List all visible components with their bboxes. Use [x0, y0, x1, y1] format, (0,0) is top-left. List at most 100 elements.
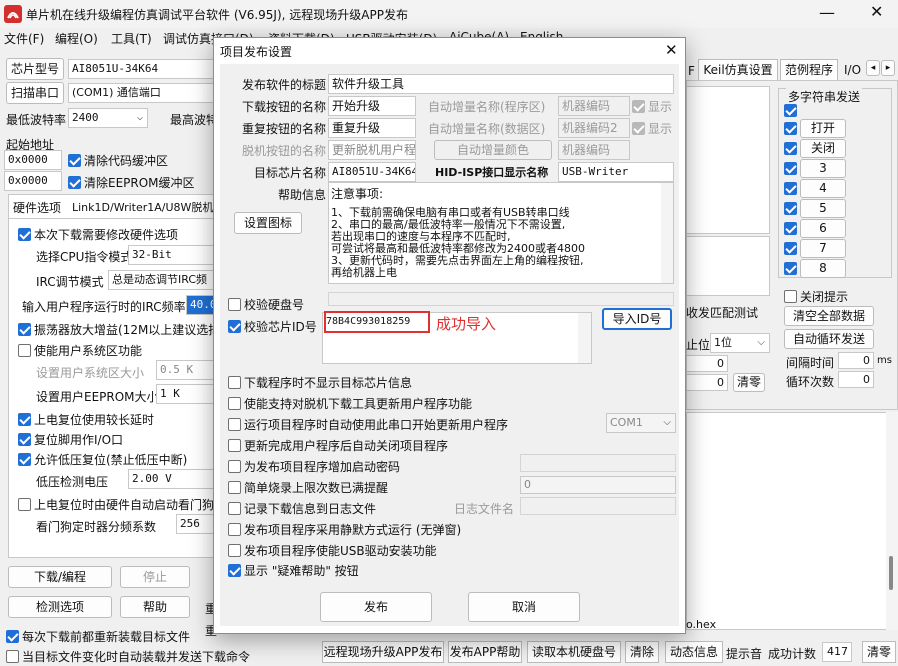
clear-code-buffer-checkbox[interactable]: 清除代码缓冲区 [68, 152, 168, 169]
burn-limit-input[interactable]: 0 [520, 476, 676, 494]
send-6-button[interactable]: 6 [800, 219, 846, 238]
clear-all-data-button[interactable]: 清空全部数据 [784, 306, 874, 326]
silent-mode-checkbox[interactable]: 发布项目程序采用静默方式运行 (无弹窗) [228, 521, 461, 538]
multi-send-checkbox-3[interactable] [784, 162, 800, 176]
auto-serial-checkbox[interactable]: 运行项目程序时自动使用此串口开始更新用户程序 [228, 416, 508, 433]
multi-send-checkbox-6[interactable] [784, 222, 800, 236]
dynamic-info-button[interactable]: 动态信息 [665, 641, 723, 663]
log-scrollbar[interactable] [886, 412, 898, 630]
check-disk-checkbox[interactable]: 校验硬盘号 [228, 296, 304, 313]
menu-program[interactable]: 编程(O) [55, 30, 98, 47]
reset-pin-io-checkbox[interactable]: 复位脚用作I/O口 [18, 431, 123, 448]
check-options-button[interactable]: 检测选项 [8, 596, 112, 618]
hid-name-input[interactable]: USB-Writer [558, 162, 674, 182]
send-3-button[interactable]: 3 [800, 159, 846, 178]
menu-file[interactable]: 文件(F) [4, 30, 44, 47]
tab-examples[interactable]: 范例程序 [780, 59, 838, 81]
machine-code2-input[interactable]: 机器编码2 [558, 118, 630, 138]
import-id-button[interactable]: 导入ID号 [602, 308, 672, 330]
min-baud-select[interactable]: 2400 [68, 108, 148, 128]
multi-send-checkbox-5[interactable] [784, 202, 800, 216]
send-4-button[interactable]: 4 [800, 179, 846, 198]
stop-bit-select[interactable]: 1位 [710, 333, 770, 353]
chip-model-select[interactable]: AI8051U-34K64 [68, 59, 216, 79]
help-button[interactable]: 帮助 [120, 596, 190, 618]
prompt-sound-checkbox[interactable]: 提示音 [726, 645, 762, 662]
scan-port-button[interactable]: 扫描串口 [6, 82, 64, 104]
open-button[interactable]: 打开 [800, 119, 846, 138]
log-file-checkbox[interactable]: 记录下载信息到日志文件 [228, 500, 376, 517]
startup-password-checkbox[interactable]: 为发布项目程序增加启动密码 [228, 458, 400, 475]
chip-id-scrollbar[interactable] [578, 313, 591, 363]
low-volt-reset-checkbox[interactable]: 允许低压复位(禁止低压中断) [18, 451, 187, 468]
tab-keil-settings[interactable]: Keil仿真设置 [698, 59, 778, 81]
offline-btn-name-input[interactable]: 更新脱机用户程 [328, 140, 416, 160]
low-volt-select[interactable]: 2.00 V [128, 469, 214, 489]
machine-code3-input[interactable]: 机器编码 [558, 140, 630, 160]
irc-mode-select[interactable]: 总是动态调节IRC频 [108, 270, 214, 290]
clear-eeprom-buffer-checkbox[interactable]: 清除EEPROM缓冲区 [68, 174, 195, 191]
auto-close-checkbox[interactable]: 更新完成用户程序后自动关闭项目程序 [228, 437, 448, 454]
show-checkbox-2[interactable]: 显示 [632, 120, 672, 137]
remote-publish-button[interactable]: 远程现场升级APP发布 [322, 641, 444, 663]
show-checkbox-1[interactable]: 显示 [632, 98, 672, 115]
tab-offline-tools[interactable]: Link1D/Writer1A/U8W脱机 [72, 199, 213, 215]
close-window-icon[interactable]: ✕ [870, 2, 883, 21]
reprog-btn-name-input[interactable]: 重复升级 [328, 118, 416, 138]
help-info-textarea[interactable]: 注意事项: 1、下载前需确保电脑有串口或者有USB转串口线 2、串口的最高/最低… [328, 182, 674, 284]
show-help-checkbox[interactable]: 显示 "疑难帮助" 按钮 [228, 562, 359, 579]
password-input[interactable] [520, 454, 676, 472]
interval-input[interactable]: 0 [838, 352, 874, 369]
watchdog-div-select[interactable]: 256 [176, 514, 214, 534]
serial-port-select[interactable]: (COM1) 通信端口 [68, 83, 216, 103]
multi-send-checkbox-open[interactable] [784, 122, 800, 136]
tab-io[interactable]: I/O [844, 63, 861, 77]
read-disk-button[interactable]: 读取本机硬盘号 [527, 641, 621, 663]
clear-count-button[interactable]: 清零 [733, 373, 765, 392]
close-button[interactable]: 关闭 [800, 139, 846, 158]
multi-send-checkbox-1[interactable] [784, 104, 800, 118]
multi-send-checkbox-4[interactable] [784, 182, 800, 196]
clear-log-button[interactable]: 清除 [625, 641, 659, 663]
auto-load-checkbox[interactable]: 当目标文件变化时自动装载并发送下载命令 [6, 648, 250, 665]
watchdog-auto-checkbox[interactable]: 上电复位时由硬件自动启动看门狗 [18, 496, 214, 513]
cpu-mode-select[interactable]: 32-Bit [128, 245, 214, 265]
loop-count-input[interactable]: 0 [838, 371, 874, 388]
multi-send-checkbox-7[interactable] [784, 242, 800, 256]
minimize-icon[interactable]: — [819, 3, 835, 22]
multi-load-checkbox[interactable]: 使能支持对脱机下载工具更新用户程序功能 [228, 395, 472, 412]
code-address-input[interactable]: 0x0000 [4, 150, 62, 170]
reset-count-button[interactable]: 清零 [862, 641, 896, 663]
log-scrollbar-thumb[interactable] [889, 556, 893, 590]
download-btn-name-input[interactable]: 开始升级 [328, 96, 416, 116]
recv-match-checkbox[interactable]: 收发匹配测试 [686, 304, 758, 321]
stop-button[interactable]: 停止 [120, 566, 190, 588]
check-chip-id-checkbox[interactable]: 校验芯片ID号 [228, 318, 317, 335]
close-hint-checkbox[interactable]: 关闭提示 [784, 288, 848, 305]
send-7-button[interactable]: 7 [800, 239, 846, 258]
reload-before-download-checkbox[interactable]: 每次下载前都重新装载目标文件 [6, 628, 190, 645]
tab-scroll-left-icon[interactable]: ◂ [866, 60, 880, 76]
multi-send-checkbox-close[interactable] [784, 142, 800, 156]
auto-loop-send-button[interactable]: 自动循环发送 [784, 329, 874, 349]
publish-button[interactable]: 发布 [320, 592, 432, 622]
menu-tools[interactable]: 工具(T) [111, 30, 152, 47]
target-chip-input[interactable]: AI8051U-34K64 [328, 162, 416, 182]
tab-scroll-right-icon[interactable]: ▸ [881, 60, 895, 76]
log-file-name-input[interactable] [520, 497, 676, 515]
osc-gain-checkbox[interactable]: 振荡器放大增益(12M以上建议选择 [18, 321, 220, 338]
power-reset-delay-checkbox[interactable]: 上电复位使用较长延时 [18, 411, 154, 428]
send-5-button[interactable]: 5 [800, 199, 846, 218]
software-title-input[interactable]: 软件升级工具 [328, 74, 674, 94]
no-target-info-checkbox[interactable]: 下载程序时不显示目标芯片信息 [228, 374, 412, 391]
com-port-select[interactable]: COM1 [606, 413, 676, 433]
disk-number-field[interactable] [328, 292, 674, 306]
modify-hw-checkbox[interactable]: 本次下载需要修改硬件选项 [18, 226, 178, 243]
publish-help-button[interactable]: 发布APP帮助 [448, 641, 522, 663]
cancel-button[interactable]: 取消 [468, 592, 580, 622]
set-icon-button[interactable]: 设置图标 [234, 212, 302, 234]
machine-code-input[interactable]: 机器编码 [558, 96, 630, 116]
multi-send-checkbox-8[interactable] [784, 262, 800, 276]
help-scrollbar[interactable] [661, 183, 673, 283]
tab-io-partial[interactable]: F [688, 64, 695, 78]
